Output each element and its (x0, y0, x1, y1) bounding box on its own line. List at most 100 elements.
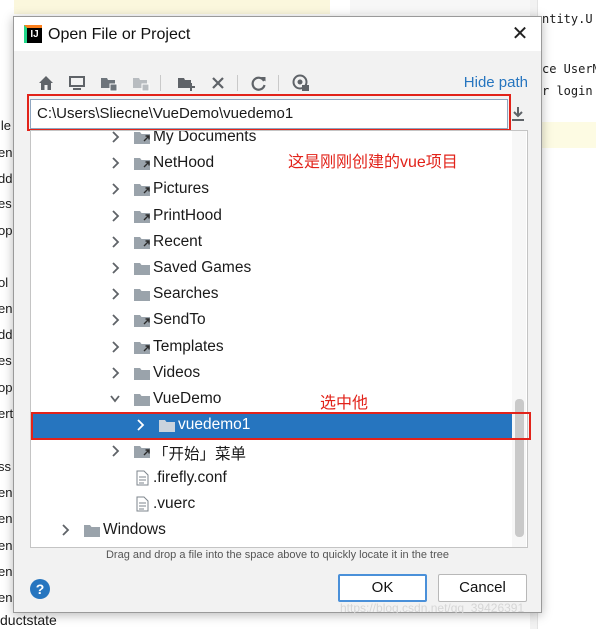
show-hidden-icon[interactable] (291, 73, 311, 93)
dialog-titlebar: IJ Open File or Project ✕ (14, 17, 541, 51)
folder-icon (134, 289, 150, 302)
tree-folder-item[interactable]: Recent (31, 229, 513, 255)
toolbar-separator (160, 75, 161, 91)
chevron-right-icon[interactable] (59, 523, 71, 537)
chevron-down-icon[interactable] (109, 392, 121, 406)
ide-left-text-fragment: en (0, 538, 13, 553)
tree-folder-item[interactable]: PrintHood (31, 203, 513, 229)
chevron-right-icon[interactable] (109, 313, 121, 327)
drag-drop-hint: Drag and drop a file into the space abov… (105, 549, 450, 561)
tree-item-label: My Documents (153, 130, 257, 145)
delete-icon[interactable] (208, 73, 228, 93)
folder-shortcut-icon (134, 210, 150, 223)
tree-item-label: 「开始」菜单 (153, 446, 247, 464)
chevron-right-icon[interactable] (109, 235, 121, 249)
annotation-select-it: 选中他 (320, 395, 369, 412)
folder-shortcut-icon (134, 132, 150, 144)
folder-shortcut-icon (134, 236, 150, 249)
chevron-right-icon[interactable] (109, 156, 121, 170)
editor-code-line: ce UserM (542, 62, 596, 76)
ide-tab-bar (0, 0, 330, 14)
watermark: https://blog.csdn.net/qq_39426391 (340, 601, 525, 615)
tree-file-item[interactable]: .vuerc (31, 491, 513, 517)
tree-folder-item[interactable]: My Documents (31, 130, 513, 150)
editor-code-line: ntity.U (542, 12, 593, 26)
tree-item-label: Videos (153, 363, 201, 381)
ide-left-text-fragment: en (0, 301, 13, 316)
desktop-icon[interactable] (67, 73, 87, 93)
tree-item-label: NetHood (153, 154, 215, 172)
tree-folder-item[interactable]: Pictures (31, 176, 513, 202)
folder-icon (134, 263, 150, 275)
tree-folder-item[interactable]: Videos (31, 360, 513, 386)
folder-icon (84, 525, 100, 537)
annotation-new-vue-project: 这是刚刚创建的vue项目 (288, 154, 458, 171)
chevron-right-icon[interactable] (109, 209, 121, 223)
chevron-right-icon[interactable] (109, 444, 121, 458)
ide-tab-bar-right (350, 0, 530, 14)
folder-shortcut-icon (134, 315, 150, 328)
folder-icon (134, 367, 150, 380)
ide-left-text-fragment: lle (0, 118, 12, 133)
tree-item-label: Templates (153, 337, 224, 355)
tree-folder-item[interactable]: SendTo (31, 307, 513, 333)
hide-path-link[interactable]: Hide path (464, 74, 528, 91)
tree-item-label: VueDemo (153, 390, 222, 407)
ide-left-text-fragment: en (0, 145, 13, 160)
chevron-right-icon[interactable] (109, 130, 121, 144)
tree-folder-item[interactable]: Templates (31, 334, 513, 360)
module-folder-icon[interactable] (131, 73, 151, 93)
close-button[interactable]: ✕ (509, 23, 531, 45)
editor-current-line (540, 122, 596, 148)
ide-left-text-fragment: op (0, 223, 13, 238)
refresh-icon[interactable] (249, 73, 269, 93)
annotation-box-selected (31, 412, 531, 440)
chevron-right-icon[interactable] (109, 182, 121, 196)
editor-code-line: r login (542, 84, 593, 98)
file-tree[interactable]: Windows .vuerc .firefly.conf 「开始」菜单 vuedemo1… (30, 130, 528, 548)
tree-folder-item[interactable]: Saved Games (31, 255, 513, 281)
help-icon[interactable]: ? (30, 579, 50, 599)
open-file-dialog: IJ Open File or Project ✕ Hide path C:\U… (13, 16, 542, 613)
chevron-right-icon[interactable] (109, 366, 121, 380)
folder-shortcut-icon (134, 184, 150, 197)
tree-item-label: Saved Games (153, 259, 252, 276)
tree-folder-item[interactable]: 「开始」菜单 (31, 438, 513, 464)
ide-left-text-fragment: en (0, 590, 13, 605)
chevron-right-icon[interactable] (109, 340, 121, 354)
ide-top-strip (0, 0, 530, 16)
project-folder-icon[interactable] (99, 73, 119, 93)
dialog-title: Open File or Project (48, 26, 191, 43)
new-folder-icon[interactable] (176, 73, 196, 93)
tree-folder-item[interactable]: VueDemo (31, 386, 513, 412)
folder-shortcut-icon (134, 158, 150, 171)
ide-left-text-fragment: es (0, 353, 12, 368)
tree-item-label: Pictures (153, 180, 209, 198)
chevron-right-icon[interactable] (109, 287, 121, 301)
tree-folder-item[interactable]: Searches (31, 281, 513, 307)
tree-folder-item[interactable]: Windows (31, 517, 513, 543)
ide-left-text-fragment: en (0, 511, 13, 526)
ide-left-panel: lle en dd es op ol en dd es op ert ss en en en en en (0, 0, 14, 629)
chevron-right-icon[interactable] (109, 261, 121, 275)
cancel-button[interactable]: Cancel (438, 574, 527, 602)
ide-bottom-text: ductstate (0, 612, 57, 628)
ide-left-text-fragment: en (0, 485, 13, 500)
tree-item-label: .vuerc (153, 494, 196, 512)
ide-left-text-fragment: ol (0, 275, 9, 290)
file-icon (136, 470, 149, 486)
toolbar-separator (237, 75, 238, 91)
ok-button[interactable]: OK (338, 574, 427, 602)
annotation-box-path (27, 94, 511, 131)
file-icon (136, 496, 149, 512)
tree-item-label: PrintHood (153, 206, 222, 224)
ide-left-text-fragment: es (0, 196, 12, 211)
ide-left-text-fragment: dd (0, 171, 13, 186)
ide-left-text-fragment: dd (0, 327, 13, 342)
download-icon[interactable] (511, 106, 525, 122)
intellij-app-icon: IJ (24, 25, 42, 43)
tree-file-item[interactable]: .firefly.conf (31, 465, 513, 491)
home-icon[interactable] (36, 73, 56, 93)
folder-shortcut-icon (134, 341, 150, 354)
ide-left-text-fragment: ert (0, 406, 14, 421)
